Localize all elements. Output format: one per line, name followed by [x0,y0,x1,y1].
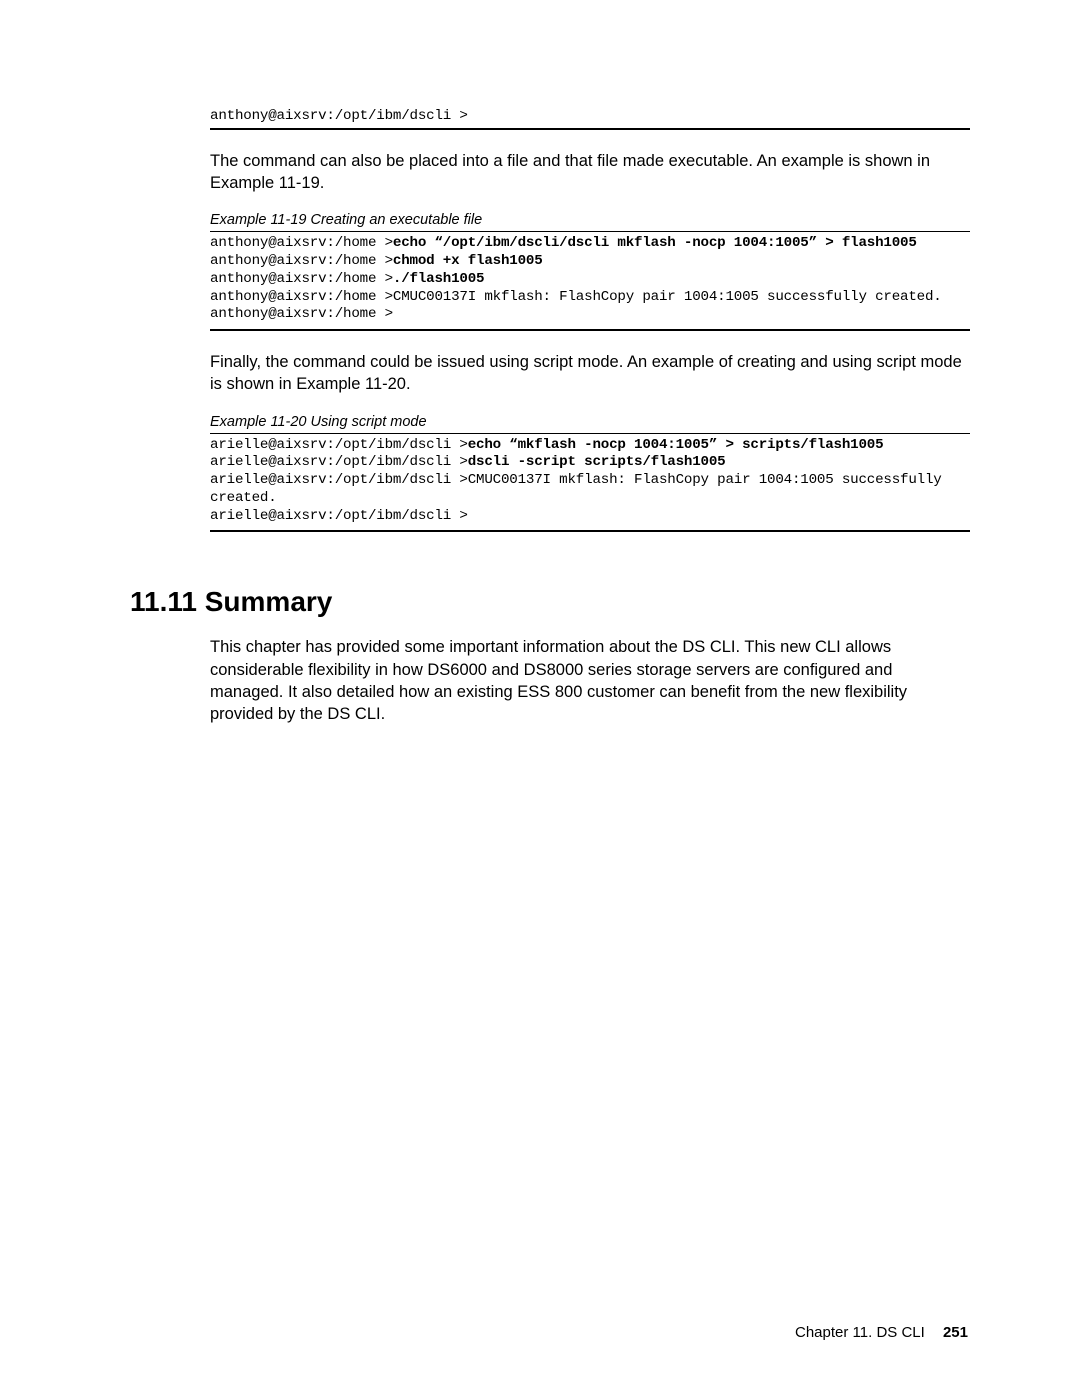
rule [210,329,970,331]
summary-paragraph: This chapter has provided some important… [210,636,970,725]
body-paragraph: Finally, the command could be issued usi… [210,351,970,396]
footer-chapter-label: Chapter 11. DS CLI [795,1324,925,1341]
body-paragraph: The command can also be placed into a fi… [210,150,970,195]
document-page: anthony@aixsrv:/opt/ibm/dscli > The comm… [0,0,1080,1397]
code-block-ex20: arielle@aixsrv:/opt/ibm/dscli >echo “mkf… [210,434,970,529]
rule [210,530,970,532]
section-heading: 11.11 Summary [130,586,970,618]
content-column: This chapter has provided some important… [210,636,970,725]
example-caption: Example 11-19 Creating an executable fil… [210,212,970,228]
page-footer: Chapter 11. DS CLI 251 [795,1324,968,1341]
content-column: anthony@aixsrv:/opt/ibm/dscli > The comm… [210,108,970,532]
code-block-trailing: anthony@aixsrv:/opt/ibm/dscli > [210,108,970,126]
rule [210,128,970,130]
code-block-ex19: anthony@aixsrv:/home >echo “/opt/ibm/dsc… [210,232,970,327]
footer-page-number: 251 [943,1324,968,1341]
example-caption: Example 11-20 Using script mode [210,414,970,430]
